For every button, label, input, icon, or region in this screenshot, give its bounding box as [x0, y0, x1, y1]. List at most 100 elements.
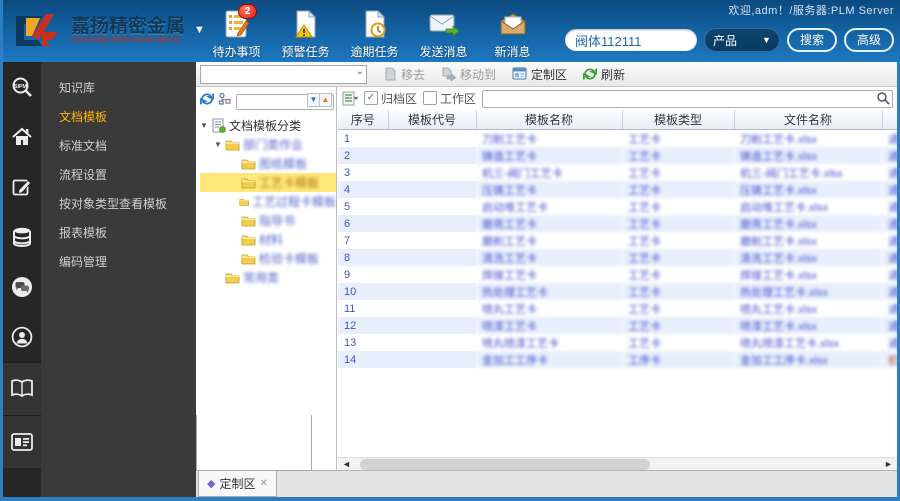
table-row[interactable]: 7磨削工艺卡工艺卡磨削工艺卡.xlsx通用: [338, 232, 900, 249]
template-filter-combo[interactable]: ⌄: [200, 64, 367, 84]
remove-button[interactable]: 移去: [383, 66, 425, 83]
database-icon[interactable]: [3, 212, 41, 262]
view-menu-icon[interactable]: [342, 91, 358, 106]
file-name[interactable]: 热处理工艺卡.xlsx: [734, 283, 882, 300]
menu-item-code-management[interactable]: 编码管理: [41, 248, 196, 277]
file-name[interactable]: 喷漆工艺卡.xlsx: [734, 317, 882, 334]
table-row[interactable]: 8清洗工艺卡工艺卡清洗工艺卡.xlsx通用: [338, 249, 900, 266]
find-prev-icon[interactable]: ▲: [319, 93, 332, 107]
table-row[interactable]: 2铸造工艺卡工艺卡铸造工艺卡.xlsx通用: [338, 147, 900, 164]
template-name[interactable]: 磨削工艺卡: [476, 232, 622, 249]
table-row[interactable]: 12喷漆工艺卡工艺卡喷漆工艺卡.xlsx通用: [338, 317, 900, 334]
table-row[interactable]: 5启动堆工艺卡工艺卡启动堆工艺卡.xlsx通用: [338, 198, 900, 215]
tree-hierarchy-icon[interactable]: [218, 92, 232, 106]
book-icon[interactable]: [3, 362, 41, 415]
search-button[interactable]: 搜索: [786, 28, 837, 52]
template-name[interactable]: 机三-阀门工艺卡: [476, 164, 622, 181]
tree-node[interactable]: 指导书: [200, 211, 336, 230]
table-row[interactable]: 4压铸工艺卡工艺卡压铸工艺卡.xlsx通用: [338, 181, 900, 198]
file-name[interactable]: 启动堆工艺卡.xlsx: [734, 198, 882, 215]
send-message-button[interactable]: 发送消息: [409, 8, 478, 60]
tree-node[interactable]: 工艺过程卡模板: [200, 192, 336, 211]
support-icon[interactable]: [3, 312, 41, 362]
file-name[interactable]: 清洗工艺卡.xlsx: [734, 249, 882, 266]
template-name[interactable]: 金加工工序卡: [476, 351, 622, 368]
file-name[interactable]: 机三-阀门工艺卡.xlsx: [734, 164, 882, 181]
column-header[interactable]: 模板名称: [476, 110, 623, 130]
table-row[interactable]: 9焊接工艺卡工艺卡焊接工艺卡.xlsx通用: [338, 266, 900, 283]
file-name[interactable]: 磨削工艺卡.xlsx: [734, 232, 882, 249]
tree-refresh-icon[interactable]: [200, 92, 214, 106]
file-name[interactable]: 磨亮工艺卡.xlsx: [734, 215, 882, 232]
advanced-search-button[interactable]: 高级: [843, 28, 894, 52]
search-icon[interactable]: [876, 91, 890, 105]
new-message-button[interactable]: 新消息: [478, 8, 547, 60]
template-name[interactable]: 磨亮工艺卡: [476, 215, 622, 232]
template-name[interactable]: 焊接工艺卡: [476, 266, 622, 283]
overdue-tasks-button[interactable]: 逾期任务: [340, 8, 409, 60]
template-name[interactable]: 喷丸喷漆工艺卡: [476, 334, 622, 351]
column-header[interactable]: 模板代号: [388, 110, 477, 130]
menu-item-templates-by-object-type[interactable]: 按对象类型查看模板: [41, 190, 196, 219]
menu-item-knowledge-base[interactable]: 知识库: [41, 74, 196, 103]
file-name[interactable]: 刀削工艺卡.xlsx: [734, 130, 882, 148]
app-logo[interactable]: 嘉扬精密金属 JIAYOUNG PRECISION METAL ▼: [12, 10, 205, 50]
edit-icon[interactable]: [3, 162, 41, 212]
table-row[interactable]: 11喷丸工艺卡工艺卡喷丸工艺卡.xlsx通用: [338, 300, 900, 317]
card-reader-icon[interactable]: [3, 415, 41, 468]
global-search-input[interactable]: [564, 29, 697, 51]
table-row[interactable]: 6磨亮工艺卡工艺卡磨亮工艺卡.xlsx通用: [338, 215, 900, 232]
close-icon[interactable]: ✕: [259, 478, 267, 489]
caret-down-icon[interactable]: ▼: [214, 140, 222, 149]
custom-area-tab[interactable]: ◆ 定制区 ✕: [198, 471, 277, 497]
table-row[interactable]: 3机三-阀门工艺卡工艺卡机三-阀门工艺卡.xlsx通用: [338, 164, 900, 181]
workspace-checkbox[interactable]: 工作区: [423, 90, 476, 107]
move-to-button[interactable]: 移动到: [441, 66, 496, 83]
refresh-button[interactable]: 刷新: [583, 66, 625, 83]
column-header[interactable]: 文件名称: [734, 110, 883, 130]
column-header[interactable]: 模板类型: [622, 110, 735, 130]
template-name[interactable]: 喷漆工艺卡: [476, 317, 622, 334]
table-row[interactable]: 10热处理工艺卡工艺卡热处理工艺卡.xlsx通用: [338, 283, 900, 300]
tree-node[interactable]: 工艺卡模板: [200, 173, 336, 192]
warning-tasks-button[interactable]: 预警任务: [271, 8, 340, 60]
table-row[interactable]: 13喷丸喷漆工艺卡工艺卡喷丸喷漆工艺卡.xlsx通用: [338, 334, 900, 351]
menu-item-document-templates[interactable]: 文档模板: [41, 103, 196, 132]
template-name[interactable]: 刀削工艺卡: [476, 130, 622, 148]
todo-button[interactable]: 2 待办事项: [202, 4, 271, 60]
template-name[interactable]: 压铸工艺卡: [476, 181, 622, 198]
tree-node[interactable]: 材料: [200, 230, 336, 249]
table-row[interactable]: 1刀削工艺卡工艺卡刀削工艺卡.xlsx通用: [338, 130, 900, 148]
column-header[interactable]: 序号: [338, 110, 389, 130]
sipm-search-icon[interactable]: SIPM: [3, 62, 41, 112]
scrollbar-thumb[interactable]: [360, 459, 650, 470]
file-name[interactable]: 铸造工艺卡.xlsx: [734, 147, 882, 164]
chat-icon[interactable]: [3, 262, 41, 312]
table-row[interactable]: 14金加工工序卡工序卡金加工工序卡.xlsx机加: [338, 351, 900, 368]
template-name[interactable]: 清洗工艺卡: [476, 249, 622, 266]
archive-area-checkbox[interactable]: ✓ 归档区: [364, 90, 417, 107]
file-name[interactable]: 压铸工艺卡.xlsx: [734, 181, 882, 198]
caret-down-icon[interactable]: ▼: [200, 121, 208, 130]
file-name[interactable]: 金加工工序卡.xlsx: [734, 351, 882, 368]
template-name[interactable]: 铸造工艺卡: [476, 147, 622, 164]
file-name[interactable]: 喷丸喷漆工艺卡.xlsx: [734, 334, 882, 351]
template-name[interactable]: 喷丸工艺卡: [476, 300, 622, 317]
menu-item-standard-documents[interactable]: 标准文档: [41, 132, 196, 161]
tree-root-node[interactable]: ▼ 文档模板分类: [200, 116, 336, 135]
tree-node[interactable]: 常用类: [200, 268, 336, 287]
tree-node[interactable]: 图纸模板: [200, 154, 336, 173]
menu-item-process-settings[interactable]: 流程设置: [41, 161, 196, 190]
home-icon[interactable]: [3, 112, 41, 162]
file-name[interactable]: 焊接工艺卡.xlsx: [734, 266, 882, 283]
tree-node[interactable]: 检验卡模板: [200, 249, 336, 268]
menu-item-report-templates[interactable]: 报表模板: [41, 219, 196, 248]
template-name[interactable]: 热处理工艺卡: [476, 283, 622, 300]
tree-node[interactable]: ▼ 部门类作业: [200, 135, 336, 154]
template-name[interactable]: 启动堆工艺卡: [476, 198, 622, 215]
file-name[interactable]: 喷丸工艺卡.xlsx: [734, 300, 882, 317]
list-search-input[interactable]: [482, 90, 893, 108]
search-category-select[interactable]: 产品 ▼: [703, 28, 780, 52]
horizontal-scrollbar[interactable]: ◄ ►: [338, 457, 897, 471]
custom-area-button[interactable]: 定制区: [512, 66, 567, 83]
